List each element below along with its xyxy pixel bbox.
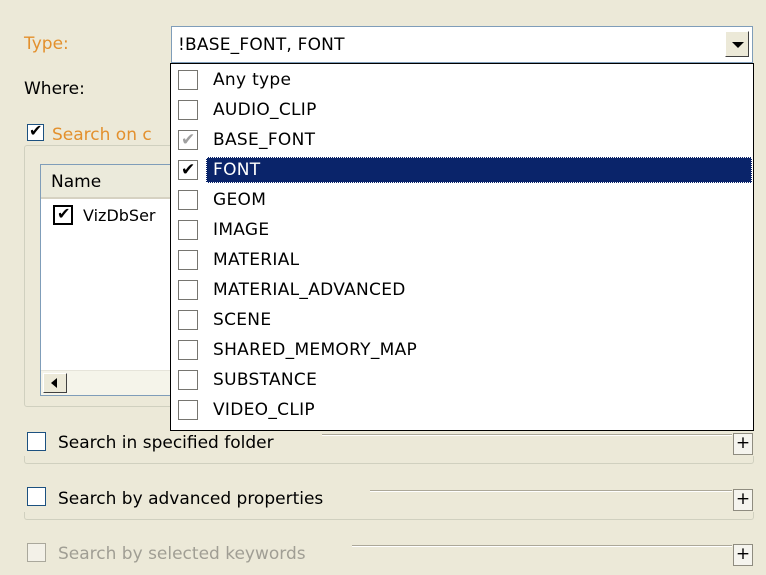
horizontal-scrollbar[interactable] [41, 370, 189, 395]
dropdown-item-checkbox[interactable] [178, 280, 198, 300]
type-label: Type: [24, 34, 69, 54]
search-on-checkbox[interactable]: ✔ [27, 121, 44, 141]
divider [352, 546, 732, 547]
arrow-left-icon [51, 378, 57, 388]
results-list-view[interactable]: Name ✔ VizDbSer [40, 164, 190, 396]
selection-highlight [206, 157, 752, 183]
checkmark-icon: ✔ [57, 204, 71, 223]
dropdown-item-label: VIDEO_CLIP [213, 400, 315, 420]
keywords-section-label: Search by selected keywords [58, 544, 306, 564]
dropdown-item-checkbox[interactable] [178, 250, 198, 270]
advanced-checkbox[interactable] [27, 487, 46, 506]
dropdown-item-geom[interactable]: GEOM [172, 186, 752, 216]
expand-advanced-button[interactable]: + [733, 489, 753, 511]
divider [322, 435, 732, 436]
folder-section-groove [24, 456, 754, 464]
checkmark-icon: ✔ [29, 121, 43, 140]
dropdown-item-material[interactable]: MATERIAL [172, 246, 752, 276]
dropdown-item-checkbox[interactable] [178, 400, 198, 420]
type-combobox[interactable]: !BASE_FONT, FONT [171, 26, 753, 63]
dropdown-item-audio-clip[interactable]: AUDIO_CLIP [172, 96, 752, 126]
type-dropdown-list[interactable]: Any type AUDIO_CLIP ✔ BASE_FONT ✔ FONT G… [170, 63, 754, 431]
dropdown-item-checkbox[interactable] [178, 310, 198, 330]
dropdown-item-font[interactable]: ✔ FONT [172, 156, 752, 186]
expand-keywords-button[interactable]: + [733, 544, 753, 566]
advanced-section-groove [24, 512, 754, 520]
dropdown-item-checkbox[interactable] [178, 220, 198, 240]
dropdown-item-base-font[interactable]: ✔ BASE_FONT [172, 126, 752, 156]
type-combobox-value: !BASE_FONT, FONT [178, 35, 345, 55]
chevron-down-icon [732, 42, 744, 48]
dropdown-item-label: GEOM [213, 190, 267, 210]
dropdown-item-shared-memory-map[interactable]: SHARED_MEMORY_MAP [172, 336, 752, 366]
dropdown-item-image[interactable]: IMAGE [172, 216, 752, 246]
checkmark-icon: ✔ [181, 130, 196, 150]
advanced-section-label: Search by advanced properties [58, 489, 324, 509]
dropdown-item-label: SCENE [213, 310, 272, 330]
dropdown-item-checkbox[interactable] [178, 340, 198, 360]
where-label: Where: [24, 79, 85, 99]
dropdown-item-label: Any type [213, 70, 292, 90]
checkmark-icon: ✔ [181, 160, 196, 180]
dropdown-item-checkbox[interactable] [178, 190, 198, 210]
dropdown-item-any-type[interactable]: Any type [172, 66, 752, 96]
dropdown-item-checkbox[interactable] [178, 370, 198, 390]
scroll-left-button[interactable] [43, 373, 67, 393]
dropdown-item-label: SHARED_MEMORY_MAP [213, 340, 418, 360]
dropdown-item-label: MATERIAL_ADVANCED [213, 280, 406, 300]
dropdown-item-video-clip[interactable]: VIDEO_CLIP [172, 396, 752, 426]
dropdown-item-label: MATERIAL [213, 250, 300, 270]
folder-section-label: Search in specified folder [58, 433, 274, 453]
folder-checkbox[interactable] [27, 432, 46, 451]
expand-folder-button[interactable]: + [733, 433, 753, 455]
dropdown-item-label: SUBSTANCE [213, 370, 318, 390]
dropdown-item-checkbox[interactable] [178, 100, 198, 120]
dropdown-item-material-advanced[interactable]: MATERIAL_ADVANCED [172, 276, 752, 306]
dropdown-item-label: BASE_FONT [213, 130, 316, 150]
divider [370, 491, 732, 492]
column-header-name[interactable]: Name [51, 172, 101, 192]
list-item-label: VizDbSer [83, 206, 156, 225]
dropdown-item-label: FONT [213, 160, 261, 180]
list-item-checkbox[interactable]: ✔ [53, 204, 73, 225]
dropdown-item-scene[interactable]: SCENE [172, 306, 752, 336]
combobox-dropdown-button[interactable] [725, 31, 749, 57]
dropdown-item-checkbox[interactable]: ✔ [178, 130, 198, 150]
dropdown-item-label: IMAGE [213, 220, 270, 240]
search-on-label: Search on c [52, 125, 152, 145]
list-item[interactable]: ✔ VizDbSer [41, 199, 189, 229]
keywords-checkbox [27, 543, 46, 562]
dropdown-item-checkbox[interactable]: ✔ [178, 160, 198, 180]
dropdown-item-checkbox[interactable] [178, 70, 198, 90]
dropdown-item-label: AUDIO_CLIP [213, 100, 317, 120]
list-header: Name [41, 165, 189, 199]
dropdown-item-substance[interactable]: SUBSTANCE [172, 366, 752, 396]
